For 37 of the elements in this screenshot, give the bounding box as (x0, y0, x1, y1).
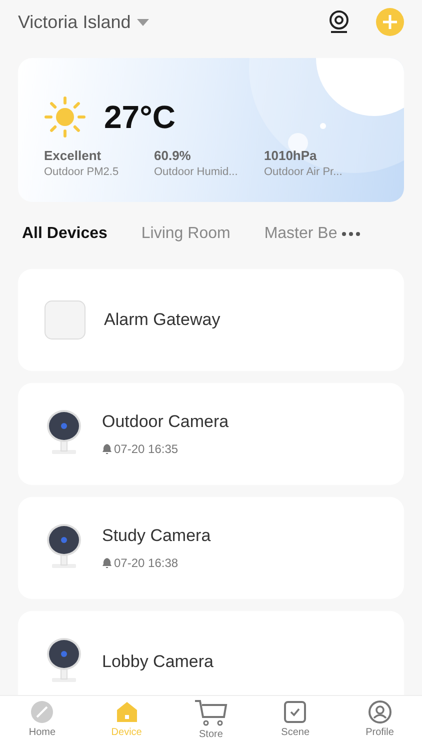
device-name: Lobby Camera (102, 652, 214, 672)
device-card[interactable]: Outdoor Camera 07-20 16:35 (18, 383, 404, 485)
device-name: Alarm Gateway (104, 310, 220, 330)
room-tab[interactable]: Master Be (264, 225, 338, 243)
nav-tab[interactable]: Store (176, 696, 246, 750)
stat-label: Outdoor Air Pr... (264, 166, 344, 178)
nav-tab[interactable]: Home (7, 696, 78, 750)
device-name: Study Camera (102, 526, 211, 546)
profile-icon (368, 700, 392, 724)
stat-value: 1010hPa (264, 148, 318, 163)
device-name: Outdoor Camera (102, 412, 229, 432)
nav-tab[interactable]: Scene (260, 696, 330, 750)
alert-time: 07-20 16:35 (114, 442, 178, 456)
more-button[interactable] (341, 231, 362, 237)
gateway-icon (44, 300, 86, 340)
compass-icon (30, 700, 54, 724)
bell-icon (102, 444, 112, 454)
device-card[interactable]: Lobby Camera (18, 611, 404, 695)
stat-label: Outdoor Humid... (154, 166, 239, 178)
device-card[interactable]: Alarm Gateway (18, 269, 404, 371)
cart-icon (194, 700, 228, 726)
camera-button[interactable] (328, 10, 350, 34)
device-card[interactable]: Study Camera 07-20 16:38 (18, 497, 404, 599)
alert-time: 07-20 16:38 (114, 556, 178, 570)
stat-value: 60.9% (154, 148, 192, 163)
location-selector[interactable]: Victoria Island (18, 12, 149, 32)
caret-icon (136, 18, 149, 26)
house-icon (114, 700, 139, 724)
stat-value: Excellent (44, 148, 102, 163)
temperature: 27°C (104, 98, 176, 136)
stat-label: Outdoor PM2.5 (44, 166, 120, 178)
bell-icon (102, 558, 112, 568)
sun-icon (44, 96, 86, 138)
nav-tab[interactable]: Profile (344, 696, 415, 750)
checkbox-icon (283, 700, 308, 724)
room-tab[interactable]: All Devices (22, 225, 108, 243)
room-tab[interactable]: Living Room (141, 225, 230, 243)
